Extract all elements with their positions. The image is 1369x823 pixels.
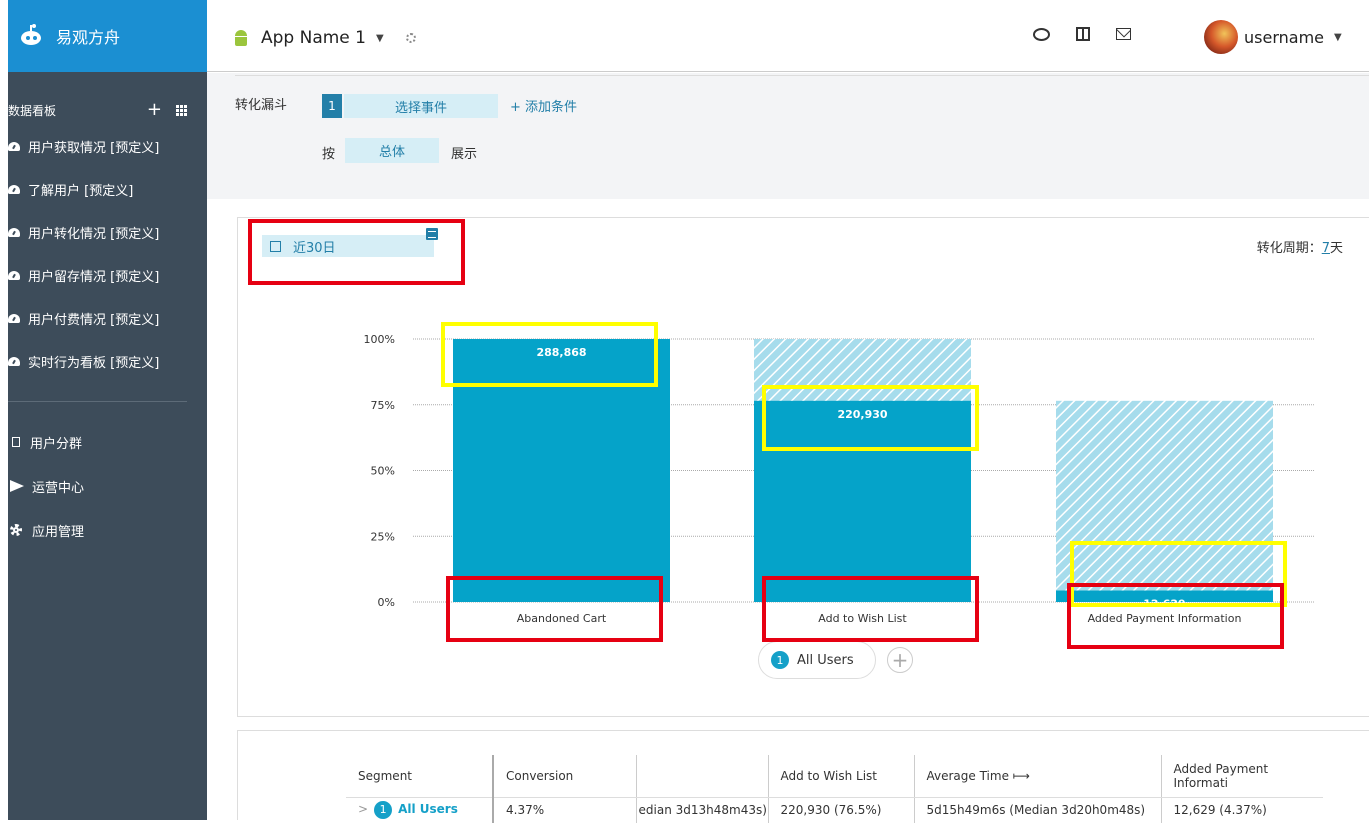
step-number-badge: 1: [322, 94, 342, 118]
sidebar-item-label: 用户转化情况 [预定义]: [28, 227, 160, 242]
sidebar-item-label: 实时行为看板 [预定义]: [28, 356, 160, 371]
expand-chevron-icon[interactable]: >: [358, 802, 368, 816]
show-label: 展示: [451, 147, 478, 162]
brand-name: 易观方舟: [56, 28, 121, 47]
segment-name[interactable]: All Users: [398, 802, 458, 816]
event-select[interactable]: 选择事件: [344, 94, 498, 118]
avg-time-cell: edian 3d13h48m43s): [636, 797, 769, 823]
app-settings-gear-icon[interactable]: [405, 33, 416, 43]
dashboards-header: 数据看板 +: [8, 99, 207, 121]
y-tick-label: 0%: [378, 596, 395, 609]
table-header[interactable]: Segment: [346, 755, 494, 798]
dashboard-gauge-icon: [8, 228, 20, 237]
y-tick-label: 75%: [371, 399, 395, 412]
table-header: [636, 755, 769, 798]
sidebar-item-label: 用户分群: [30, 436, 83, 452]
avatar: [1204, 20, 1238, 54]
chevron-down-icon: ▼: [376, 32, 384, 44]
segment-cell[interactable]: >1 All Users: [346, 797, 494, 823]
sidebar-item-realtime[interactable]: 实时行为看板 [预定义]: [8, 340, 207, 383]
legend-label: All Users: [797, 652, 854, 668]
segment-icon: [12, 437, 20, 447]
annotation-box-value-1: [441, 322, 658, 387]
app-selector[interactable]: App Name 1 ▼: [233, 28, 416, 48]
add-segment-button[interactable]: +: [887, 647, 913, 673]
conversion-cell: 4.37%: [493, 797, 637, 823]
annotation-box-label-1: [446, 576, 663, 642]
dashboard-gauge-icon: [8, 271, 20, 280]
y-tick-label: 100%: [364, 333, 395, 346]
table-header[interactable]: Added Payment Informati: [1161, 755, 1323, 798]
sidebar-item-know-users[interactable]: 了解用户 [预定义]: [8, 168, 207, 211]
results-table: Segment Conversion Add to Wish List Aver…: [346, 755, 1323, 823]
avg-time-cell: 5d15h49m6s (Median 3d20h0m48s): [914, 797, 1162, 823]
mail-icon[interactable]: [1116, 28, 1131, 40]
annotation-box-date: [248, 219, 465, 285]
y-tick-label: 25%: [371, 530, 395, 543]
app-name: App Name 1: [261, 28, 366, 48]
sidebar-item-acquisition[interactable]: 用户获取情况 [预定义]: [8, 125, 207, 168]
annotation-box-value-2: [762, 385, 979, 451]
sidebar-item-label: 用户获取情况 [预定义]: [28, 141, 160, 156]
top-bar: App Name 1 ▼ username ▼: [207, 0, 1369, 72]
group-by-select[interactable]: 总体: [345, 138, 439, 163]
table-header[interactable]: Add to Wish List: [768, 755, 915, 798]
chart-card: 近30日 转化周期：7天 0% 25% 50% 75% 100% 288,868 Aband…: [237, 217, 1369, 717]
sidebar-item-label: 应用管理: [32, 524, 85, 540]
add-condition-link[interactable]: + 添加条件: [510, 96, 577, 115]
chat-icon[interactable]: [1033, 27, 1050, 41]
table-header[interactable]: Conversion: [493, 755, 637, 798]
sidebar-item-label: 运营中心: [32, 480, 85, 496]
dashboard-gauge-icon: [8, 185, 20, 194]
legend-number: 1: [771, 651, 789, 669]
sidebar-item-app-management[interactable]: 应用管理: [8, 508, 207, 552]
dashboards-title: 数据看板: [8, 103, 57, 118]
table-row[interactable]: >1 All Users 4.37% edian 3d13h48m43s) 220…: [346, 797, 1323, 823]
funnel-config-panel: 转化漏斗 1 选择事件 + 添加条件 按 总体 展示: [207, 73, 1369, 199]
username: username: [1244, 27, 1324, 47]
sidebar-item-segments[interactable]: 用户分群: [8, 420, 207, 464]
funnel-label: 转化漏斗: [235, 98, 288, 113]
add-dashboard-plus-icon[interactable]: +: [147, 101, 162, 119]
grid-icon[interactable]: [176, 104, 187, 116]
sidebar-item-retention[interactable]: 用户留存情况 [预定义]: [8, 254, 207, 297]
dashboard-gauge-icon: [8, 142, 20, 151]
sidebar-item-label: 了解用户 [预定义]: [28, 184, 134, 199]
sidebar: 易观方舟 数据看板 + 用户获取情况 [预定义] 了解用户 [预定义] 用户转化…: [8, 0, 207, 820]
robot-logo-icon: [20, 24, 42, 47]
results-table-card: Segment Conversion Add to Wish List Aver…: [237, 730, 1369, 823]
dashboard-gauge-icon: [8, 357, 20, 366]
annotation-box-label-2: [762, 576, 979, 642]
sidebar-item-operations[interactable]: 运营中心: [8, 464, 207, 508]
sidebar-item-payment[interactable]: 用户付费情况 [预定义]: [8, 297, 207, 340]
sidebar-item-label: 用户付费情况 [预定义]: [28, 313, 160, 328]
chevron-down-icon: ▼: [1334, 31, 1342, 43]
step2-cell: 220,930 (76.5%): [768, 797, 915, 823]
user-menu[interactable]: username ▼: [1204, 20, 1342, 54]
table-header[interactable]: Average Time ⟼: [914, 755, 1162, 798]
sidebar-item-conversion[interactable]: 用户转化情况 [预定义]: [8, 211, 207, 254]
columns-icon[interactable]: [1076, 27, 1090, 41]
brand-header[interactable]: 易观方舟: [8, 0, 207, 72]
send-icon: [10, 480, 24, 492]
y-tick-label: 50%: [371, 465, 395, 478]
annotation-box-label-3: [1067, 583, 1284, 649]
android-icon: [233, 29, 249, 47]
segment-number: 1: [374, 801, 393, 820]
dashboard-gauge-icon: [8, 314, 20, 323]
sidebar-item-label: 用户留存情况 [预定义]: [28, 270, 160, 285]
sidebar-divider: [8, 401, 187, 402]
step3-cell: 12,629 (4.37%): [1173, 803, 1267, 818]
segment-legend-all-users[interactable]: 1 All Users: [758, 641, 876, 679]
gear-icon: [10, 524, 22, 536]
by-label: 按: [322, 147, 336, 162]
